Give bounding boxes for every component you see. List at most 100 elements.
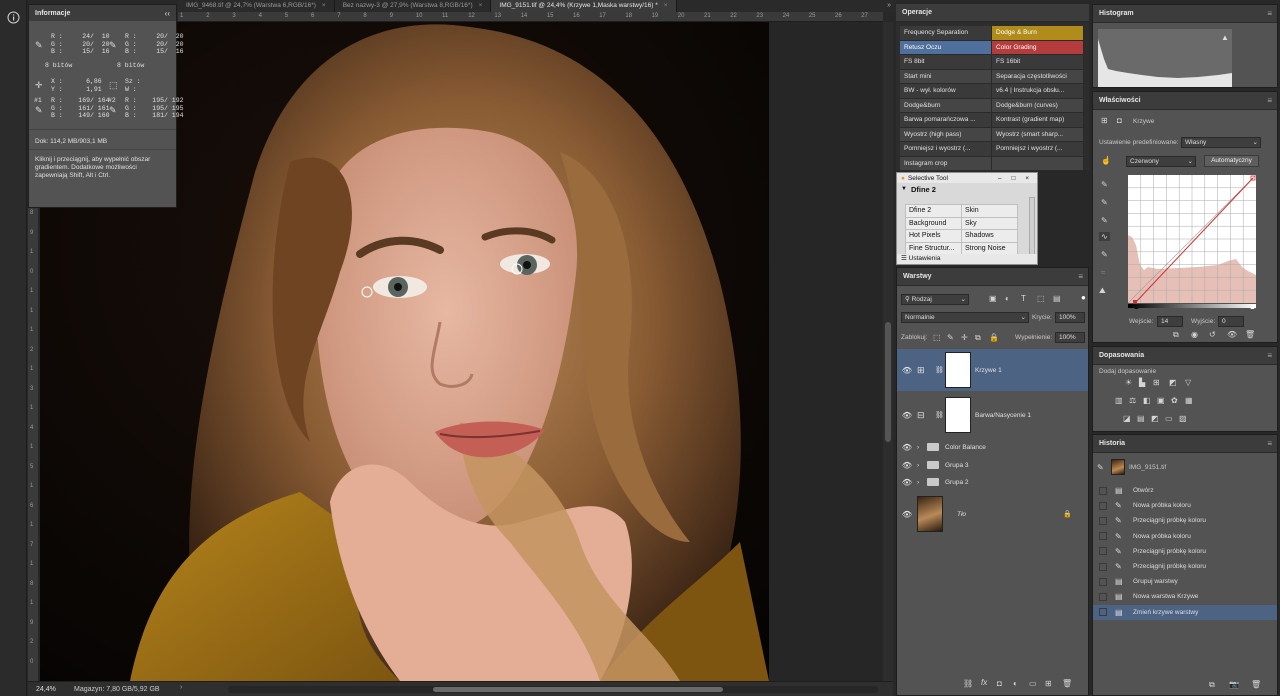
- selective-tool-scrollbar[interactable]: [1029, 197, 1035, 255]
- snapshot-thumbnail[interactable]: [1111, 459, 1125, 475]
- mask-icon[interactable]: ◘: [1117, 116, 1122, 125]
- action-button[interactable]: Pomniejsz i wyostrz (...: [900, 142, 992, 157]
- hue-saturation-icon[interactable]: ▥: [1115, 396, 1123, 405]
- photo-filter-icon[interactable]: ▣: [1157, 396, 1165, 405]
- link-layers-icon[interactable]: ⛓: [963, 679, 973, 688]
- chevron-right-icon[interactable]: ›: [917, 462, 927, 469]
- panel-menu-icon[interactable]: ≡: [1267, 351, 1272, 360]
- history-brush-icon[interactable]: ✎: [1097, 463, 1104, 472]
- invert-icon[interactable]: ◪: [1123, 414, 1131, 423]
- tab-img-9151[interactable]: IMG_9151.tif @ 24,4% (Krzywe 1,Maska war…: [491, 0, 677, 12]
- fx-icon[interactable]: fx: [981, 678, 987, 687]
- action-button[interactable]: Separacja częstotliwości: [992, 69, 1084, 84]
- visibility-eye-icon[interactable]: 👁: [897, 510, 917, 519]
- blend-mode-select[interactable]: Normalnie ⌄: [901, 312, 1029, 323]
- history-item[interactable]: ▤ Grupuj warstwy: [1093, 574, 1277, 589]
- history-item[interactable]: ✎ Przeciągnij próbkę koloru: [1093, 513, 1277, 528]
- black-slider-icon[interactable]: ▲: [1133, 304, 1140, 311]
- link-chain-icon[interactable]: ⛓: [935, 366, 945, 374]
- chevron-right-icon[interactable]: ›: [917, 479, 927, 486]
- canvas-vertical-scrollbar[interactable]: [883, 22, 893, 681]
- panel-menu-icon[interactable]: ≡: [1267, 96, 1272, 105]
- history-item[interactable]: ✎ Przeciągnij próbkę koloru: [1093, 559, 1277, 574]
- white-point-eyedropper-icon[interactable]: ✎: [1101, 216, 1108, 225]
- filter-shape-icon[interactable]: ⬚: [1037, 294, 1045, 303]
- action-button[interactable]: [992, 156, 1084, 171]
- action-button[interactable]: Frequency Separation: [900, 26, 992, 41]
- smooth-icon[interactable]: ≈: [1101, 268, 1105, 277]
- filter-pixel-icon[interactable]: ▣: [989, 294, 997, 303]
- channel-select[interactable]: Czerwony ⌄: [1126, 156, 1196, 167]
- history-checkbox[interactable]: [1099, 592, 1107, 601]
- channel-mixer-icon[interactable]: ✿: [1171, 396, 1178, 405]
- black-point-eyedropper-icon[interactable]: ✎: [1101, 180, 1108, 189]
- view-previous-icon[interactable]: ◉: [1191, 330, 1198, 339]
- close-icon[interactable]: ×: [664, 2, 668, 9]
- action-button[interactable]: FS 16bit: [992, 55, 1084, 70]
- action-button[interactable]: Wyostrz (smart sharp...: [992, 127, 1084, 142]
- action-button[interactable]: Pomniejsz i wyostrz (...: [992, 142, 1084, 157]
- posterize-icon[interactable]: ▤: [1137, 414, 1145, 423]
- window-controls[interactable]: – □ ×: [998, 175, 1033, 182]
- panel-menu-icon[interactable]: ≡: [1267, 9, 1272, 18]
- auto-button[interactable]: Automatyczny: [1204, 155, 1259, 167]
- new-group-icon[interactable]: ▭: [1029, 679, 1037, 688]
- status-menu-icon[interactable]: ›: [180, 684, 182, 691]
- collapse-icon[interactable]: ‹‹: [165, 9, 170, 18]
- action-button[interactable]: FS 8bit: [900, 55, 992, 70]
- layer-row-group[interactable]: 👁 › Grupa 2: [897, 474, 1088, 490]
- history-item[interactable]: ✎ Przeciągnij próbkę koloru: [1093, 544, 1277, 559]
- history-checkbox[interactable]: [1099, 547, 1107, 556]
- history-item[interactable]: ▤ Nowa warstwa Krzywe: [1093, 589, 1277, 604]
- gradient-map-icon[interactable]: ▭: [1165, 414, 1173, 423]
- close-icon[interactable]: ×: [479, 2, 483, 9]
- st-button[interactable]: Fine Structur...: [905, 241, 962, 255]
- history-checkbox[interactable]: [1099, 501, 1107, 510]
- history-item[interactable]: ▤ Zmień krzywe warstwy: [1093, 604, 1277, 620]
- trash-icon[interactable]: 🗑: [1062, 679, 1072, 688]
- visibility-eye-icon[interactable]: 👁: [897, 478, 917, 487]
- history-checkbox[interactable]: [1099, 608, 1107, 617]
- warning-icon[interactable]: ▲: [1221, 33, 1229, 42]
- action-button[interactable]: Start mini: [900, 69, 992, 84]
- panel-menu-icon[interactable]: ≡: [1078, 272, 1083, 281]
- panel-menu-icon[interactable]: ≡: [1267, 439, 1272, 448]
- st-button[interactable]: Dfine 2: [905, 204, 962, 218]
- target-adjust-icon[interactable]: ☝: [1101, 156, 1111, 165]
- layer-mask-thumbnail[interactable]: [945, 352, 971, 388]
- filter-smart-object-icon[interactable]: ▤: [1053, 294, 1061, 303]
- tab-bez-nazwy-3[interactable]: Bez nazwy-3 @ 27,9% (Warstwa 8,RGB/16*) ×: [335, 0, 492, 12]
- brightness-icon[interactable]: ☀: [1125, 378, 1132, 387]
- layer-row-group[interactable]: 👁 › Color Balance: [897, 439, 1088, 455]
- curves-icon[interactable]: ⊞: [1153, 378, 1160, 387]
- layer-row-hue-saturation[interactable]: 👁 ⊟ ⛓ Barwa/Nasycenie 1: [897, 394, 1088, 436]
- new-document-from-state-icon[interactable]: ⧉: [1209, 680, 1215, 690]
- layer-row-curves[interactable]: 👁 ⊞ ⛓ Krzywe 1: [897, 349, 1088, 391]
- reset-icon[interactable]: ↺: [1209, 330, 1216, 339]
- st-button[interactable]: Sky: [961, 216, 1018, 230]
- action-button[interactable]: Dodge&burn: [900, 98, 992, 113]
- history-checkbox[interactable]: [1099, 577, 1107, 586]
- action-button[interactable]: Instagram crop: [900, 156, 992, 171]
- clip-to-layer-icon[interactable]: ⧉: [1173, 330, 1179, 340]
- lock-transparent-icon[interactable]: ⬚: [933, 333, 941, 342]
- fill-input[interactable]: 100%: [1055, 332, 1085, 343]
- color-lookup-icon[interactable]: ▦: [1185, 396, 1193, 405]
- color-balance-icon[interactable]: ⚖: [1129, 396, 1136, 405]
- tabs-overflow-icon[interactable]: »: [887, 0, 895, 12]
- action-button[interactable]: Barwa pomarańczowa ...: [900, 113, 992, 128]
- history-item[interactable]: ✎ Nowa próbka koloru: [1093, 498, 1277, 513]
- filter-toggle-icon[interactable]: ●: [1081, 293, 1086, 302]
- black-white-icon[interactable]: ◧: [1143, 396, 1151, 405]
- new-layer-icon[interactable]: ⊞: [1045, 679, 1052, 688]
- lock-artboard-icon[interactable]: ⧉: [975, 333, 981, 343]
- st-button[interactable]: Strong Noise: [961, 241, 1018, 255]
- history-checkbox[interactable]: [1099, 486, 1107, 495]
- st-button[interactable]: Hot Pixels: [905, 229, 962, 243]
- filter-adjustment-icon[interactable]: ◐: [1005, 294, 1010, 303]
- visibility-eye-icon[interactable]: 👁: [897, 366, 917, 375]
- preset-select[interactable]: Własny ⌄: [1181, 137, 1261, 148]
- action-button[interactable]: Dodge&burn (curves): [992, 98, 1084, 113]
- visibility-eye-icon[interactable]: 👁: [897, 461, 917, 470]
- exposure-icon[interactable]: ◩: [1169, 378, 1177, 387]
